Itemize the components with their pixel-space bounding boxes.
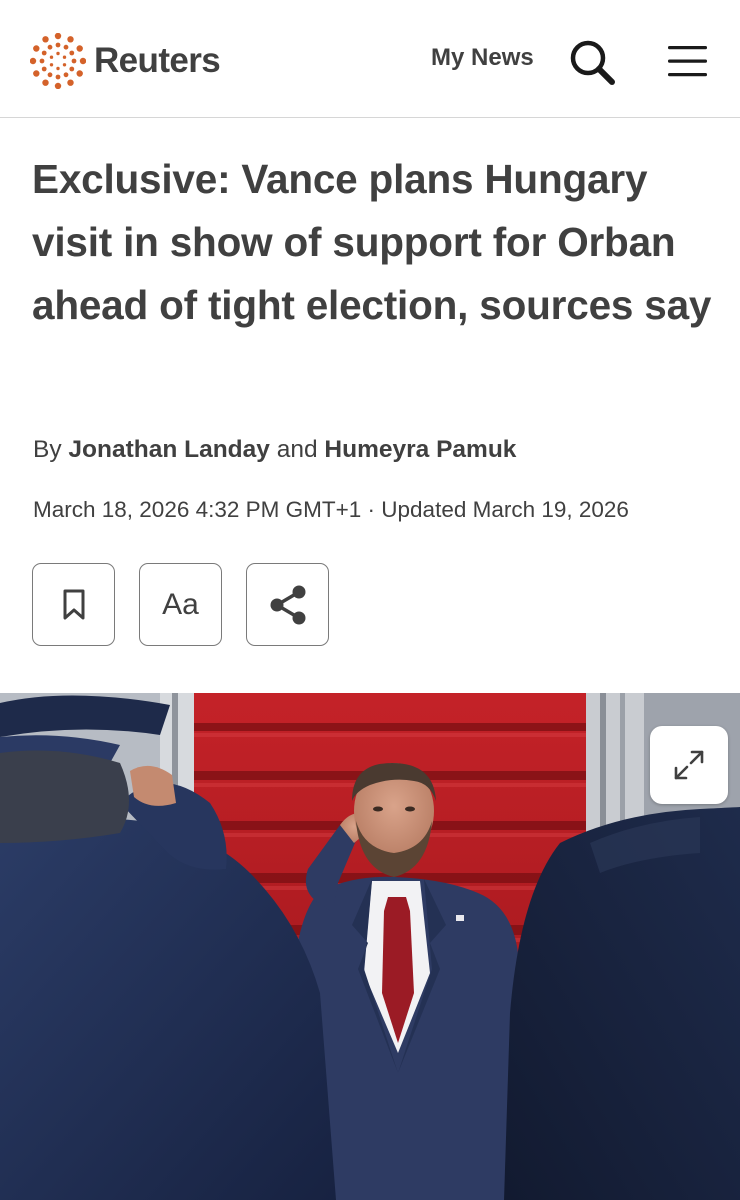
expand-icon [674,750,704,780]
text-size-button[interactable]: Aa [139,563,222,646]
expand-photo-button[interactable] [650,726,728,804]
author-link[interactable]: Humeyra Pamuk [324,436,516,463]
top-navigation-bar: Reuters My News [0,0,740,118]
share-icon [270,585,305,624]
byline-connector: and [276,436,318,463]
search-button[interactable] [568,38,618,86]
article-headline: Exclusive: Vance plans Hungary visit in … [32,156,712,328]
text-size-label: Aa [162,587,199,621]
bookmark-button[interactable] [32,563,115,646]
article-dateline: March 18, 2026 4:32 PM GMT+1 · Updated M… [33,497,629,522]
lead-photo[interactable] [0,693,740,1200]
lead-photo-image [0,693,740,1200]
bookmark-icon [63,589,84,619]
my-news-link[interactable]: My News [431,44,534,72]
reuters-logo[interactable]: Reuters [30,33,221,89]
byline-prefix: By [33,436,62,463]
logo-wordmark: Reuters [94,41,221,80]
reuters-logo-mark-icon [30,33,86,89]
share-button[interactable] [246,563,329,646]
author-link[interactable]: Jonathan Landay [68,436,269,463]
hamburger-menu-icon [668,46,707,77]
search-icon [570,40,615,85]
menu-button[interactable] [666,44,710,80]
article-byline: By Jonathan Landay and Humeyra Pamuk [33,436,516,464]
